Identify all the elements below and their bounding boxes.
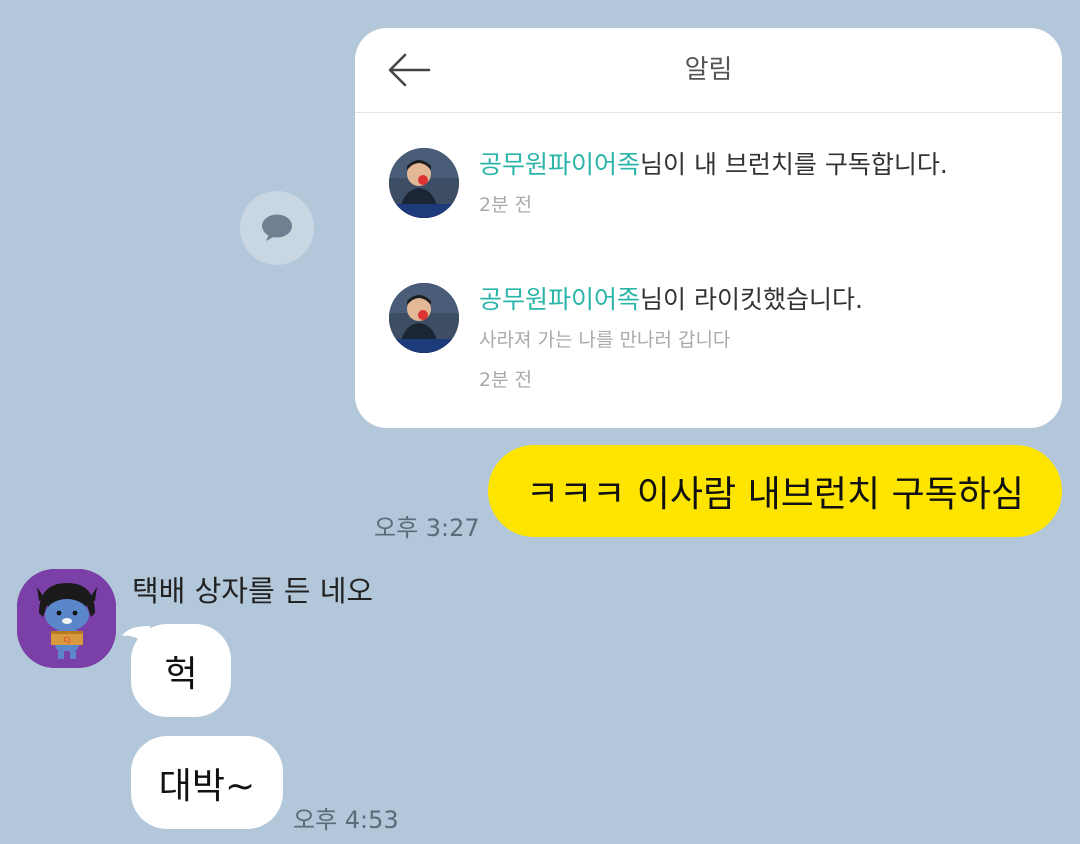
- friend-avatar[interactable]: CJ: [17, 569, 116, 668]
- notification-time: 2분 전: [479, 369, 533, 391]
- post-title[interactable]: 사라져 가는 나를 만나러 갑니다: [479, 327, 730, 353]
- message-time: 오후 3:27: [374, 514, 480, 542]
- user-name-link[interactable]: 공무원파이어족: [479, 150, 640, 179]
- notification-item[interactable]: 공무원파이어족님이 라이킷했습니다. 사라져 가는 나를 만나러 갑니다 2분 …: [389, 283, 1039, 393]
- svg-text:CJ: CJ: [64, 636, 71, 644]
- user-avatar: [389, 283, 459, 353]
- friend-message-bubble[interactable]: 헉: [131, 624, 231, 717]
- card-title: 알림: [684, 55, 733, 85]
- notification-card[interactable]: 알림 공무원파이어족님이 내 브런치를 구독합니다. 2분 전 공무원파이어족님…: [355, 28, 1062, 428]
- speech-bubble-icon: [262, 214, 292, 241]
- notification-item[interactable]: 공무원파이어족님이 내 브런치를 구독합니다. 2분 전: [389, 148, 1039, 228]
- notification-time: 2분 전: [479, 194, 533, 216]
- notification-text: 공무원파이어족님이 내 브런치를 구독합니다.: [479, 150, 948, 179]
- card-header: 알림: [355, 28, 1062, 113]
- friend-name: 택배 상자를 든 네오: [132, 574, 374, 608]
- friend-message-bubble[interactable]: 대박~: [131, 736, 283, 829]
- share-button[interactable]: [240, 191, 314, 265]
- message-time: 오후 4:53: [293, 806, 399, 834]
- user-avatar: [389, 148, 459, 218]
- notification-text: 공무원파이어족님이 라이킷했습니다.: [479, 285, 863, 314]
- user-name-link[interactable]: 공무원파이어족: [479, 285, 640, 314]
- my-message-bubble[interactable]: ㅋㅋㅋ 이사람 내브런치 구독하심: [488, 445, 1062, 537]
